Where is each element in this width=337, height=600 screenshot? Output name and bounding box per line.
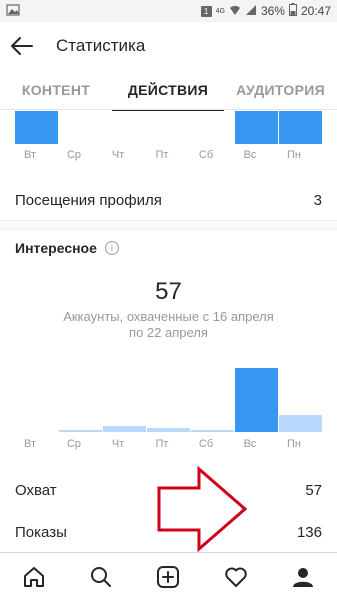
network-type: 4G xyxy=(215,7,225,15)
chart1-day-label-6: Пн xyxy=(287,438,301,450)
interesting-title: Интересное xyxy=(15,240,97,256)
nav-search[interactable] xyxy=(79,555,123,599)
reach-value: 57 xyxy=(305,482,322,499)
chart1-day-label-0: Вт xyxy=(23,438,36,450)
image-notification-icon xyxy=(6,3,20,19)
bottom-nav xyxy=(0,552,337,600)
search-icon xyxy=(91,566,112,587)
chart0-bar-5 xyxy=(235,111,278,144)
profile-visits-label: Посещения профиля xyxy=(15,192,162,209)
chart1-bar-4 xyxy=(191,430,234,432)
impressions-value: 136 xyxy=(296,524,322,541)
profile-visits-row: Посещения профиля 3 xyxy=(15,192,322,209)
chart0-day-label-1: Ср xyxy=(66,149,82,161)
tab-audience[interactable]: АУДИТОРИЯ xyxy=(224,70,337,110)
reach-caption: Аккаунты, охваченные с 16 апреля по 22 а… xyxy=(63,309,274,340)
interesting-section-title: Интересное i xyxy=(15,240,119,256)
reach-chart: Вт Ср Чт Пт Сб Вс Пн xyxy=(0,360,337,456)
chart1-bar-3 xyxy=(147,428,190,432)
chart0-day-label-5: Вс xyxy=(243,149,257,161)
profile-icon xyxy=(293,567,314,587)
status-left xyxy=(6,3,20,19)
battery-icon xyxy=(288,3,297,19)
section-divider xyxy=(0,220,337,230)
chart0-bar-6 xyxy=(279,111,322,144)
chart1-bar-5 xyxy=(235,368,278,432)
red-arrow-annotation xyxy=(157,466,248,552)
clock: 20:47 xyxy=(300,4,331,18)
nav-home[interactable] xyxy=(12,555,56,599)
tab-actions[interactable]: ДЕЙСТВИЯ xyxy=(112,70,224,111)
chart1-day-label-5: Вс xyxy=(243,438,257,450)
chart0-day-label-2: Чт xyxy=(111,149,125,161)
status-right: 1 4G 36% 20:47 xyxy=(200,3,331,19)
chart1-day-label-2: Чт xyxy=(111,438,125,450)
chart0-bar-0 xyxy=(15,111,58,144)
status-bar: 1 4G 36% 20:47 xyxy=(0,0,337,22)
chart0-day-label-6: Пн xyxy=(287,149,301,161)
add-post-icon xyxy=(157,565,180,588)
arrow-left-icon xyxy=(11,37,33,55)
tabs: КОНТЕНТ ДЕЙСТВИЯ АУДИТОРИЯ xyxy=(0,70,337,111)
nav-profile[interactable] xyxy=(281,555,325,599)
chart1-day-label-4: Сб xyxy=(198,438,214,450)
wifi-icon xyxy=(229,4,241,19)
chart1-day-label-3: Пт xyxy=(155,438,169,450)
chart0-day-label-3: Пт xyxy=(155,149,169,161)
back-button[interactable] xyxy=(0,22,44,70)
reach-big-number: 57 xyxy=(155,278,182,305)
chart1-bar-1 xyxy=(59,430,102,432)
profile-visits-chart: Вт Ср Чт Пт Сб Вс Пн xyxy=(0,111,337,171)
chart1-bar-2 xyxy=(103,426,146,432)
nav-activity[interactable] xyxy=(214,555,258,599)
signal-icon xyxy=(245,4,257,19)
home-icon xyxy=(23,566,44,587)
reach-label: Охват xyxy=(15,482,57,499)
chart1-bar-6 xyxy=(279,415,322,432)
profile-visits-value: 3 xyxy=(313,192,322,209)
info-icon[interactable]: i xyxy=(104,241,119,255)
sim-badge: 1 xyxy=(200,5,212,17)
battery-percent: 36% xyxy=(260,4,285,18)
impressions-label: Показы xyxy=(15,524,67,541)
header: Статистика xyxy=(0,22,337,70)
chart1-day-label-1: Ср xyxy=(66,438,82,450)
chart0-day-label-0: Вт xyxy=(23,149,36,161)
heart-icon xyxy=(225,567,247,587)
nav-add-post[interactable] xyxy=(146,555,190,599)
tab-content[interactable]: КОНТЕНТ xyxy=(0,70,112,110)
chart0-day-label-4: Сб xyxy=(198,149,214,161)
page-title: Статистика xyxy=(56,36,146,55)
